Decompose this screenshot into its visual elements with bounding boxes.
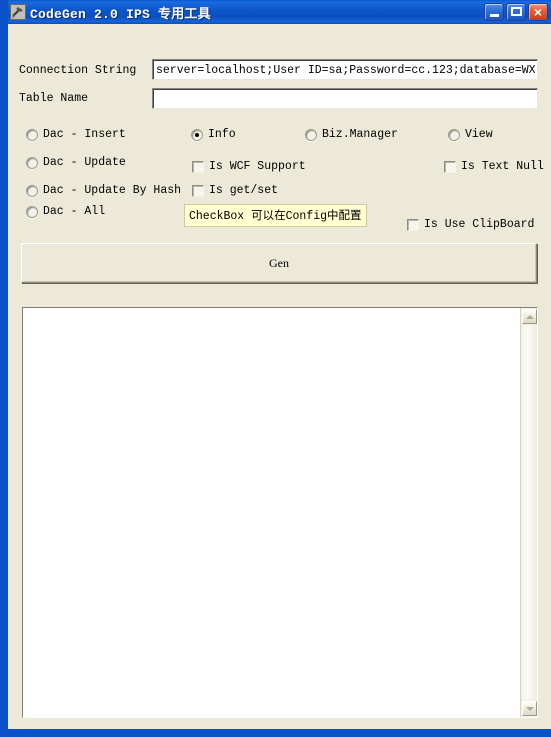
close-button[interactable]: × xyxy=(528,3,548,21)
checkbox-indicator xyxy=(407,218,419,231)
hammer-tool-icon xyxy=(10,4,26,20)
radio-label: Dac - Insert xyxy=(43,128,126,141)
output-textarea[interactable] xyxy=(23,308,520,717)
connection-string-input[interactable] xyxy=(152,59,538,80)
radio-indicator xyxy=(305,128,317,141)
scroll-up-button[interactable] xyxy=(522,309,537,324)
radio-label: Info xyxy=(208,128,236,141)
output-panel xyxy=(22,307,538,718)
radio-indicator xyxy=(448,128,460,141)
radio-dac-all[interactable]: Dac - All xyxy=(26,205,105,218)
scrollbar-track[interactable] xyxy=(522,325,536,700)
generate-button[interactable]: Gen xyxy=(21,243,537,283)
radio-dac-update-by-hash[interactable]: Dac - Update By Hash xyxy=(26,184,181,197)
radio-indicator xyxy=(26,156,38,169)
radio-indicator xyxy=(191,128,203,141)
checkbox-is-get-set[interactable]: Is get/set xyxy=(192,184,278,197)
checkbox-label: Is WCF Support xyxy=(209,160,306,173)
table-name-input[interactable] xyxy=(152,88,538,109)
radio-dac-insert[interactable]: Dac - Insert xyxy=(26,128,126,141)
minimize-icon xyxy=(490,14,499,17)
radio-label: Dac - All xyxy=(43,205,106,218)
radio-dac-update[interactable]: Dac - Update xyxy=(26,156,126,169)
radio-label: View xyxy=(465,128,493,141)
checkbox-is-use-clipboard[interactable]: Is Use ClipBoard xyxy=(407,218,534,231)
radio-label: Biz.Manager xyxy=(322,128,398,141)
radio-biz-manager[interactable]: Biz.Manager xyxy=(305,128,398,141)
application-window: CodeGen 2.0 IPS 专用工具 × Connection String… xyxy=(0,0,551,737)
radio-indicator xyxy=(26,205,38,218)
maximize-icon xyxy=(511,7,522,16)
checkbox-indicator xyxy=(192,160,204,173)
checkbox-label: Is Text Null xyxy=(461,160,544,173)
output-scrollbar[interactable] xyxy=(520,308,537,717)
title-bar-left: CodeGen 2.0 IPS 专用工具 xyxy=(8,3,484,22)
checkbox-is-text-null[interactable]: Is Text Null xyxy=(444,160,544,173)
minimize-button[interactable] xyxy=(484,3,504,21)
window-title: CodeGen 2.0 IPS 专用工具 xyxy=(30,6,211,22)
checkbox-label: Is get/set xyxy=(209,184,279,197)
radio-info[interactable]: Info xyxy=(191,128,236,141)
checkbox-label: Is Use ClipBoard xyxy=(424,218,535,231)
connection-string-label: Connection String xyxy=(19,64,137,77)
radio-view[interactable]: View xyxy=(448,128,493,141)
close-icon: × xyxy=(533,4,543,20)
radio-indicator xyxy=(26,184,38,197)
chevron-down-icon xyxy=(526,707,534,711)
radio-label: Dac - Update By Hash xyxy=(43,184,182,197)
chevron-up-icon xyxy=(526,315,534,319)
checkbox-indicator xyxy=(444,160,456,173)
form-client-area: Connection String Table Name Dac - Inser… xyxy=(8,24,551,729)
checkbox-config-hint: CheckBox 可以在Config中配置 xyxy=(184,204,367,227)
table-name-label: Table Name xyxy=(19,92,89,105)
scroll-down-button[interactable] xyxy=(522,701,537,716)
checkbox-is-wcf-support[interactable]: Is WCF Support xyxy=(192,160,306,173)
checkbox-indicator xyxy=(192,184,204,197)
maximize-button[interactable] xyxy=(506,3,526,21)
radio-label: Dac - Update xyxy=(43,156,126,169)
title-bar[interactable]: CodeGen 2.0 IPS 专用工具 × xyxy=(8,0,551,24)
window-controls: × xyxy=(484,3,548,21)
radio-indicator xyxy=(26,128,38,141)
